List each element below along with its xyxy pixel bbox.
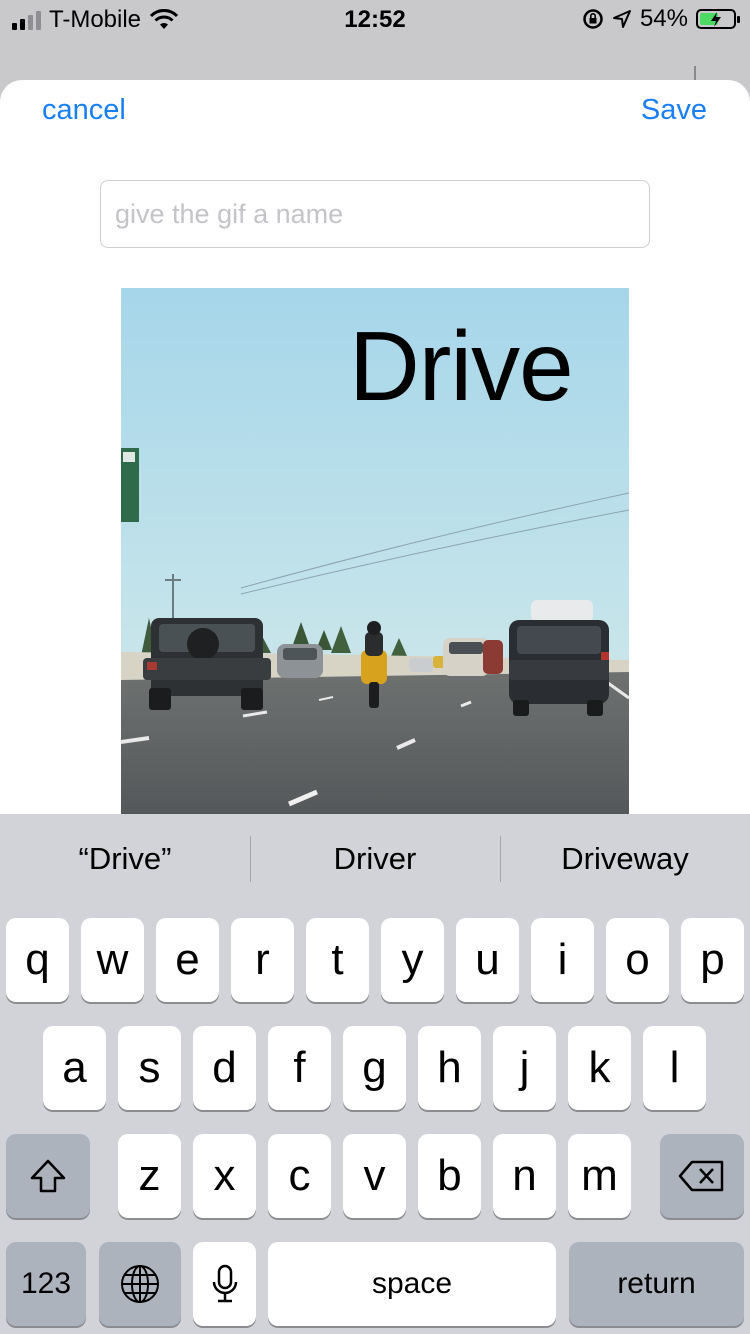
key-s[interactable]: s (118, 1026, 181, 1110)
key-w[interactable]: w (81, 918, 144, 1002)
gif-name-input[interactable] (100, 180, 650, 248)
suggestion-item[interactable]: Driver (250, 814, 500, 904)
key-x[interactable]: x (193, 1134, 256, 1218)
key-z[interactable]: z (118, 1134, 181, 1218)
key-b[interactable]: b (418, 1134, 481, 1218)
battery-icon (696, 9, 740, 29)
microphone-key[interactable] (193, 1242, 256, 1326)
space-key[interactable]: space (268, 1242, 556, 1326)
location-arrow-icon (612, 10, 631, 28)
suggestion-item[interactable]: “Drive” (0, 814, 250, 904)
status-bar: T-Mobile 12:52 54% (0, 0, 750, 40)
key-k[interactable]: k (568, 1026, 631, 1110)
microphone-icon (212, 1264, 237, 1303)
suggestion-item[interactable]: Driveway (500, 814, 750, 904)
key-u[interactable]: u (456, 918, 519, 1002)
key-m[interactable]: m (568, 1134, 631, 1218)
numbers-key[interactable]: 123 (6, 1242, 86, 1326)
globe-icon (121, 1265, 159, 1303)
key-n[interactable]: n (493, 1134, 556, 1218)
cancel-button[interactable]: cancel (42, 94, 126, 127)
globe-key[interactable] (99, 1242, 181, 1326)
key-o[interactable]: o (606, 918, 669, 1002)
return-key[interactable]: return (569, 1242, 744, 1326)
key-t[interactable]: t (306, 918, 369, 1002)
suggestion-bar: “Drive” Driver Driveway (0, 814, 750, 904)
key-y[interactable]: y (381, 918, 444, 1002)
battery-percent: 54% (639, 5, 688, 32)
key-d[interactable]: d (193, 1026, 256, 1110)
backspace-icon (678, 1160, 724, 1192)
gif-preview: Drive (121, 288, 629, 814)
backspace-key[interactable] (660, 1134, 744, 1218)
save-gif-sheet: cancel Save give the gif a name Drive (0, 80, 750, 840)
shift-key[interactable] (6, 1134, 90, 1218)
key-p[interactable]: p (681, 918, 744, 1002)
key-q[interactable]: q (6, 918, 69, 1002)
status-right: 54% (582, 5, 740, 33)
key-j[interactable]: j (493, 1026, 556, 1110)
key-a[interactable]: a (43, 1026, 106, 1110)
key-i[interactable]: i (531, 918, 594, 1002)
key-f[interactable]: f (268, 1026, 331, 1110)
key-r[interactable]: r (231, 918, 294, 1002)
key-l[interactable]: l (643, 1026, 706, 1110)
rotation-lock-icon (583, 9, 603, 29)
key-e[interactable]: e (156, 918, 219, 1002)
save-button[interactable]: Save (641, 94, 707, 127)
key-g[interactable]: g (343, 1026, 406, 1110)
keyboard: “Drive” Driver Driveway q w e r t y u i … (0, 814, 750, 1334)
gif-overlay-text: Drive (349, 311, 574, 421)
key-h[interactable]: h (418, 1026, 481, 1110)
key-c[interactable]: c (268, 1134, 331, 1218)
shift-icon (30, 1159, 66, 1193)
background-divider (694, 66, 696, 80)
key-v[interactable]: v (343, 1134, 406, 1218)
